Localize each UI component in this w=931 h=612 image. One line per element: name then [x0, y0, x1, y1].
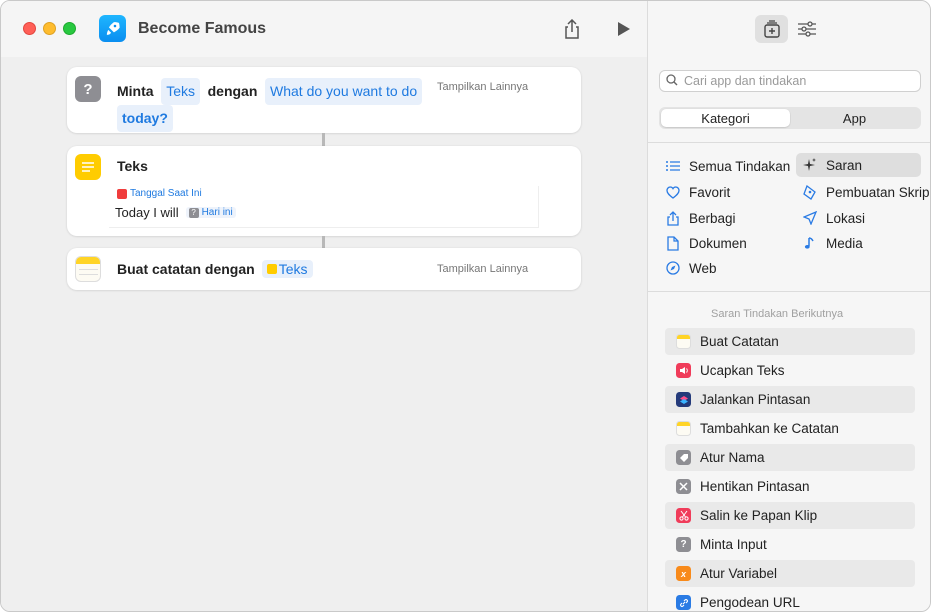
segment-apps[interactable]: App: [790, 109, 919, 127]
x-icon: [676, 479, 691, 494]
app-window: Become Famous ? Minta Teks dengan What d…: [0, 0, 931, 612]
suggestion-append-to-note[interactable]: Tambahkan ke Catatan: [665, 415, 915, 442]
question-mark-icon: ?: [676, 537, 691, 552]
category-all-actions[interactable]: Semua Tindakan: [665, 154, 790, 178]
category-media[interactable]: Media: [802, 231, 863, 255]
action-label: Minta: [117, 83, 154, 99]
text-body: Today I will: [115, 205, 179, 220]
shortcut-title[interactable]: Become Famous: [138, 20, 266, 38]
link-icon: [676, 595, 691, 610]
calendar-icon: [117, 188, 127, 199]
suggestion-set-variable[interactable]: x Atur Variabel: [665, 560, 915, 587]
question-mark-icon: ?: [75, 76, 101, 102]
tag-icon: [676, 450, 691, 465]
category-favorites[interactable]: Favorit: [665, 180, 730, 204]
flow-connector: [322, 236, 325, 248]
action-label: Teks: [117, 158, 148, 174]
speaker-icon: [676, 363, 691, 378]
text-icon: [266, 264, 277, 274]
suggestion-run-shortcut[interactable]: Jalankan Pintasan: [665, 386, 915, 413]
notes-icon: [676, 334, 691, 349]
category-sharing[interactable]: Berbagi: [665, 206, 736, 230]
music-note-icon: [802, 235, 818, 251]
library-icon[interactable]: [755, 15, 788, 43]
search-icon: [666, 73, 678, 89]
titlebar: Become Famous: [1, 1, 647, 57]
close-window-button[interactable]: [23, 22, 36, 35]
question-mark-icon: ?: [188, 207, 199, 218]
category-scripting[interactable]: Pembuatan Skrip: [802, 180, 930, 204]
minimize-window-button[interactable]: [43, 22, 56, 35]
play-icon[interactable]: [612, 17, 636, 41]
scissors-icon: [676, 508, 691, 523]
location-arrow-icon: [802, 210, 818, 226]
category-suggestions[interactable]: Saran: [796, 153, 921, 177]
text-icon: [75, 154, 101, 180]
sparkle-icon: [802, 157, 818, 173]
heart-icon: [665, 184, 681, 200]
current-date-variable[interactable]: Tanggal Saat Ini: [130, 188, 202, 199]
view-segmented-control: Kategori App: [659, 107, 921, 129]
action-library-sidebar: Kategori App Semua Tindakan Favorit Berb…: [647, 1, 930, 611]
document-icon: [665, 235, 681, 251]
suggestion-create-note[interactable]: Buat Catatan: [665, 328, 915, 355]
create-note-action[interactable]: Buat catatan dengan Teks Tampilkan Lainn…: [67, 248, 581, 290]
suggestion-set-name[interactable]: Atur Nama: [665, 444, 915, 471]
ask-for-input-action[interactable]: ? Minta Teks dengan What do you want to …: [67, 67, 581, 133]
notes-icon: [75, 256, 101, 282]
category-documents[interactable]: Dokumen: [665, 231, 747, 255]
scripting-icon: [802, 184, 818, 200]
show-more-button[interactable]: Tampilkan Lainnya: [437, 263, 528, 275]
prompt-token[interactable]: What do you want to do: [265, 78, 423, 105]
category-web[interactable]: Web: [665, 256, 717, 280]
prompt-token-continued[interactable]: today?: [117, 105, 173, 132]
action-connector-label: dengan: [207, 83, 258, 99]
text-field[interactable]: Tanggal Saat Ini Today I will ? Hari ini: [109, 186, 539, 228]
sidebar-toolbar: [648, 1, 930, 57]
share-icon[interactable]: [560, 17, 584, 41]
show-more-button[interactable]: Tampilkan Lainnya: [437, 81, 528, 93]
suggestion-stop-shortcut[interactable]: Hentikan Pintasan: [665, 473, 915, 500]
section-title: Saran Tindakan Berikutnya: [711, 308, 844, 320]
segment-categories[interactable]: Kategori: [661, 109, 790, 127]
shortcut-editor: Become Famous ? Minta Teks dengan What d…: [1, 1, 647, 611]
zoom-window-button[interactable]: [63, 22, 76, 35]
suggestion-copy-to-clipboard[interactable]: Salin ke Papan Klip: [665, 502, 915, 529]
action-label: Buat catatan dengan: [117, 261, 255, 277]
search-input[interactable]: [684, 74, 904, 88]
text-variable-token[interactable]: Teks: [261, 260, 313, 278]
today-variable-token[interactable]: ? Hari ini: [185, 207, 236, 218]
notes-icon: [676, 421, 691, 436]
suggestion-speak-text[interactable]: Ucapkan Teks: [665, 357, 915, 384]
text-action[interactable]: Teks Tanggal Saat Ini Today I will ? Har…: [67, 146, 581, 236]
sliders-icon[interactable]: [790, 15, 823, 43]
rocket-icon[interactable]: [99, 15, 126, 42]
suggestion-url-encode[interactable]: Pengodean URL: [665, 589, 915, 611]
search-field[interactable]: [659, 70, 921, 92]
suggestion-ask-for-input[interactable]: ? Minta Input: [665, 531, 915, 558]
share-icon: [665, 210, 681, 226]
divider: [648, 142, 930, 143]
divider: [648, 291, 930, 292]
input-type-token[interactable]: Teks: [161, 78, 200, 105]
compass-icon: [665, 260, 681, 276]
category-location[interactable]: Lokasi: [802, 206, 865, 230]
list-icon: [665, 158, 681, 174]
flow-connector: [322, 133, 325, 146]
variable-icon: x: [676, 566, 691, 581]
shortcuts-icon: [676, 392, 691, 407]
